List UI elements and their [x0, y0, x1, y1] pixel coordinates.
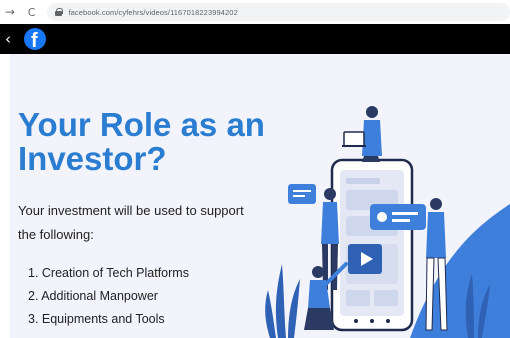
video-play-icon [348, 244, 382, 274]
profile-card-icon [370, 204, 426, 230]
video-frame[interactable]: Your Role as an Investor? Your investmen… [10, 54, 510, 338]
facebook-header: ‹ f [0, 24, 510, 54]
browser-toolbar: → C facebook.com/cyfehrs/videos/11670182… [0, 0, 510, 24]
url-text: facebook.com/cyfehrs/videos/116701822399… [68, 7, 238, 17]
person-with-laptop [342, 106, 382, 162]
person-standing-right [425, 198, 448, 331]
plant-left [265, 264, 300, 338]
lock-icon [55, 8, 64, 16]
facebook-logo-icon[interactable]: f [24, 28, 46, 50]
slide-title-line2: Investor? [18, 140, 167, 177]
plant-right [465, 274, 490, 338]
address-bar[interactable]: facebook.com/cyfehrs/videos/116701822399… [47, 3, 510, 21]
list-item: 2. Additional Manpower [28, 289, 158, 303]
slide-intro-line1: Your investment will be used to support [18, 203, 244, 218]
support-list: 1. Creation of Tech Platforms 2. Additio… [28, 262, 189, 331]
slide-title: Your Role as an Investor? [18, 108, 268, 176]
close-icon[interactable]: ‹ [5, 30, 17, 48]
slide-title-line1: Your Role as an [18, 106, 265, 143]
slide-intro-line2: the following: [18, 227, 94, 242]
list-item: 3. Equipments and Tools [28, 312, 165, 326]
list-item: 1. Creation of Tech Platforms [28, 266, 189, 280]
reload-icon[interactable]: C [24, 6, 40, 19]
chat-bubble-left-icon [288, 184, 316, 204]
investor-illustration [265, 106, 490, 338]
facebook-logo-letter: f [31, 30, 38, 50]
arrow-right-icon[interactable]: → [2, 5, 18, 19]
slide-intro: Your investment will be used to support … [18, 199, 258, 247]
